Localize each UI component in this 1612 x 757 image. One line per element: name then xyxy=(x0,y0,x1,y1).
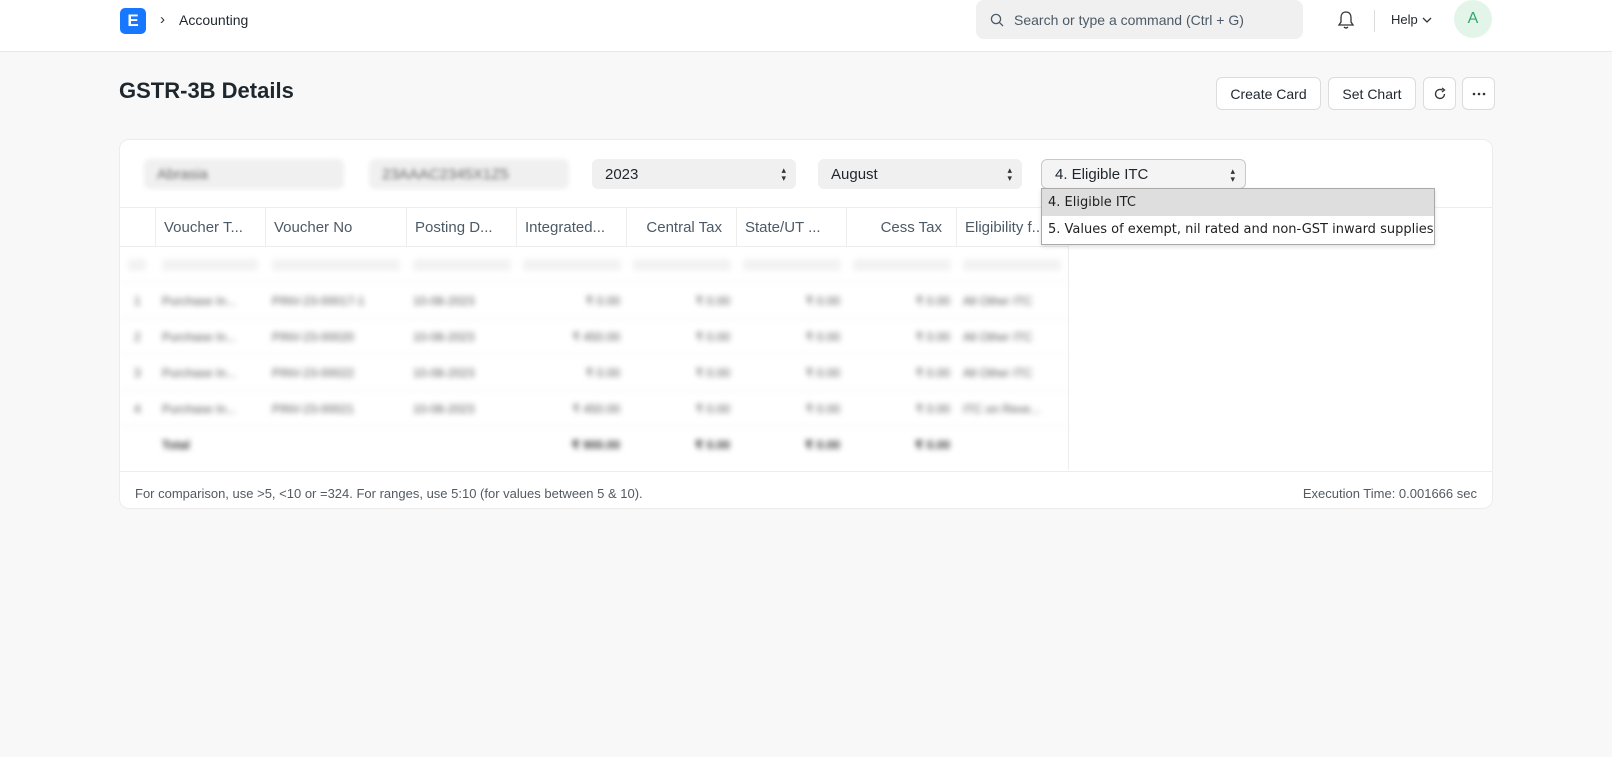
state-tax-cell: ₹ 0.00 xyxy=(805,330,840,344)
more-horizontal-icon xyxy=(1472,92,1485,95)
eligibility-cell: All Other ITC xyxy=(963,330,1033,344)
breadcrumb-accounting[interactable]: Accounting xyxy=(179,12,248,28)
type-select[interactable]: 4. Eligible ITC ▴ ▾ xyxy=(1041,159,1246,189)
total-central-tax: ₹ 0.00 xyxy=(694,438,730,452)
report-footer: For comparison, use >5, <10 or =324. For… xyxy=(120,471,1492,508)
grid-header: Voucher T... Voucher No Posting D... Int… xyxy=(120,208,1069,247)
table-row[interactable]: 2 Purchase In... PINV-23-00020 10-08-202… xyxy=(120,319,1069,355)
voucher-no-cell: PINV-23-00021 xyxy=(272,402,355,416)
row-number: 4 xyxy=(134,402,141,416)
voucher-type-cell: Purchase In... xyxy=(162,402,237,416)
gstin-filter-value: 23AAAC2345X1Z5 xyxy=(382,165,509,183)
dropdown-option-exempt-supplies[interactable]: 5. Values of exempt, nil rated and non-G… xyxy=(1042,216,1434,243)
posting-date-cell: 10-08-2023 xyxy=(413,330,475,344)
more-options-button[interactable] xyxy=(1462,77,1495,110)
filter-hint-text: For comparison, use >5, <10 or =324. For… xyxy=(135,486,643,501)
cess-tax-cell: ₹ 0.00 xyxy=(915,402,950,416)
eligibility-cell: ITC on Reve... xyxy=(963,402,1041,416)
notification-bell-icon[interactable] xyxy=(1337,10,1355,33)
search-placeholder: Search or type a command (Ctrl + G) xyxy=(1014,11,1244,28)
refresh-button[interactable] xyxy=(1423,77,1456,110)
state-tax-cell: ₹ 0.00 xyxy=(805,294,840,308)
report-grid: Voucher T... Voucher No Posting D... Int… xyxy=(120,208,1069,470)
eligibility-cell: All Other ITC xyxy=(963,294,1033,308)
inline-filter-row[interactable] xyxy=(120,247,1069,283)
total-integrated-tax: ₹ 900.00 xyxy=(571,438,620,452)
type-select-value: 4. Eligible ITC xyxy=(1055,165,1149,183)
create-card-button[interactable]: Create Card xyxy=(1216,77,1321,110)
select-caret-icon: ▴ ▾ xyxy=(1230,166,1235,184)
avatar[interactable]: A xyxy=(1454,0,1492,38)
dropdown-option-eligible-itc[interactable]: 4. Eligible ITC xyxy=(1042,189,1434,216)
company-filter[interactable]: Abrasia xyxy=(144,159,344,189)
year-select[interactable]: 2023 ▴ ▾ xyxy=(592,159,796,189)
voucher-no-cell: PINV-23-00017-1 xyxy=(272,294,365,308)
company-filter-value: Abrasia xyxy=(157,165,208,183)
total-label: Total xyxy=(162,438,190,452)
voucher-type-cell: Purchase In... xyxy=(162,366,237,380)
navbar: E › Accounting Search or type a command … xyxy=(0,0,1612,52)
execution-time: Execution Time: 0.001666 sec xyxy=(1302,486,1477,501)
table-row[interactable]: 1 Purchase In... PINV-23-00017-1 10-08-2… xyxy=(120,283,1069,319)
voucher-type-cell: Purchase In... xyxy=(162,330,237,344)
search-icon xyxy=(990,13,1004,26)
total-state-tax: ₹ 0.00 xyxy=(804,438,840,452)
integrated-tax-cell: ₹ 0.00 xyxy=(585,366,620,380)
column-header[interactable]: Integrated... xyxy=(517,208,627,247)
central-tax-cell: ₹ 0.00 xyxy=(695,294,730,308)
type-select-dropdown: 4. Eligible ITC 5. Values of exempt, nil… xyxy=(1041,188,1435,245)
select-caret-icon: ▴ ▾ xyxy=(1007,165,1012,183)
row-number: 3 xyxy=(134,366,141,380)
voucher-no-cell: PINV-23-00020 xyxy=(272,330,355,344)
select-caret-icon: ▴ ▾ xyxy=(781,165,786,183)
search-bar[interactable]: Search or type a command (Ctrl + G) xyxy=(976,0,1303,39)
cess-tax-cell: ₹ 0.00 xyxy=(915,294,950,308)
row-number: 2 xyxy=(134,330,141,344)
gstin-filter[interactable]: 23AAAC2345X1Z5 xyxy=(369,159,569,189)
central-tax-cell: ₹ 0.00 xyxy=(695,402,730,416)
eligibility-cell: All Other ITC xyxy=(963,366,1033,380)
state-tax-cell: ₹ 0.00 xyxy=(805,402,840,416)
column-header[interactable]: Posting D... xyxy=(407,208,517,247)
chevron-right-icon: › xyxy=(160,11,165,28)
cess-tax-cell: ₹ 0.00 xyxy=(915,366,950,380)
help-label: Help xyxy=(1391,12,1418,27)
state-tax-cell: ₹ 0.00 xyxy=(805,366,840,380)
integrated-tax-cell: ₹ 450.00 xyxy=(572,330,620,344)
page-title: GSTR-3B Details xyxy=(119,78,294,103)
grid-body: 1 Purchase In... PINV-23-00017-1 10-08-2… xyxy=(120,247,1069,470)
integrated-tax-cell: ₹ 0.00 xyxy=(585,294,620,308)
help-menu[interactable]: Help xyxy=(1391,12,1432,27)
posting-date-cell: 10-08-2023 xyxy=(413,366,475,380)
column-header[interactable]: Cess Tax xyxy=(847,208,957,247)
column-header[interactable]: Voucher T... xyxy=(156,208,266,247)
table-row[interactable]: 4 Purchase In... PINV-23-00021 10-08-202… xyxy=(120,391,1069,427)
row-number: 1 xyxy=(134,294,141,308)
set-chart-button[interactable]: Set Chart xyxy=(1328,77,1416,110)
integrated-tax-cell: ₹ 450.00 xyxy=(572,402,620,416)
table-row[interactable]: 3 Purchase In... PINV-23-00022 10-08-202… xyxy=(120,355,1069,391)
posting-date-cell: 10-08-2023 xyxy=(413,402,475,416)
posting-date-cell: 10-08-2023 xyxy=(413,294,475,308)
voucher-type-cell: Purchase In... xyxy=(162,294,237,308)
row-index-header xyxy=(120,208,156,247)
cess-tax-cell: ₹ 0.00 xyxy=(915,330,950,344)
month-select[interactable]: August ▴ ▾ xyxy=(818,159,1022,189)
chevron-down-icon xyxy=(1422,17,1432,23)
total-cess-tax: ₹ 0.00 xyxy=(914,438,950,452)
column-header[interactable]: State/UT ... xyxy=(737,208,847,247)
column-header[interactable]: Voucher No xyxy=(266,208,407,247)
refresh-icon xyxy=(1434,86,1446,99)
month-select-value: August xyxy=(831,165,878,183)
total-row: Total ₹ 900.00 ₹ 0.00 ₹ 0.00 ₹ 0.00 xyxy=(120,427,1069,463)
central-tax-cell: ₹ 0.00 xyxy=(695,366,730,380)
year-select-value: 2023 xyxy=(605,165,639,183)
nav-divider xyxy=(1374,10,1375,32)
app-logo[interactable]: E xyxy=(120,8,146,34)
central-tax-cell: ₹ 0.00 xyxy=(695,330,730,344)
voucher-no-cell: PINV-23-00022 xyxy=(272,366,355,380)
column-header[interactable]: Central Tax xyxy=(627,208,737,247)
